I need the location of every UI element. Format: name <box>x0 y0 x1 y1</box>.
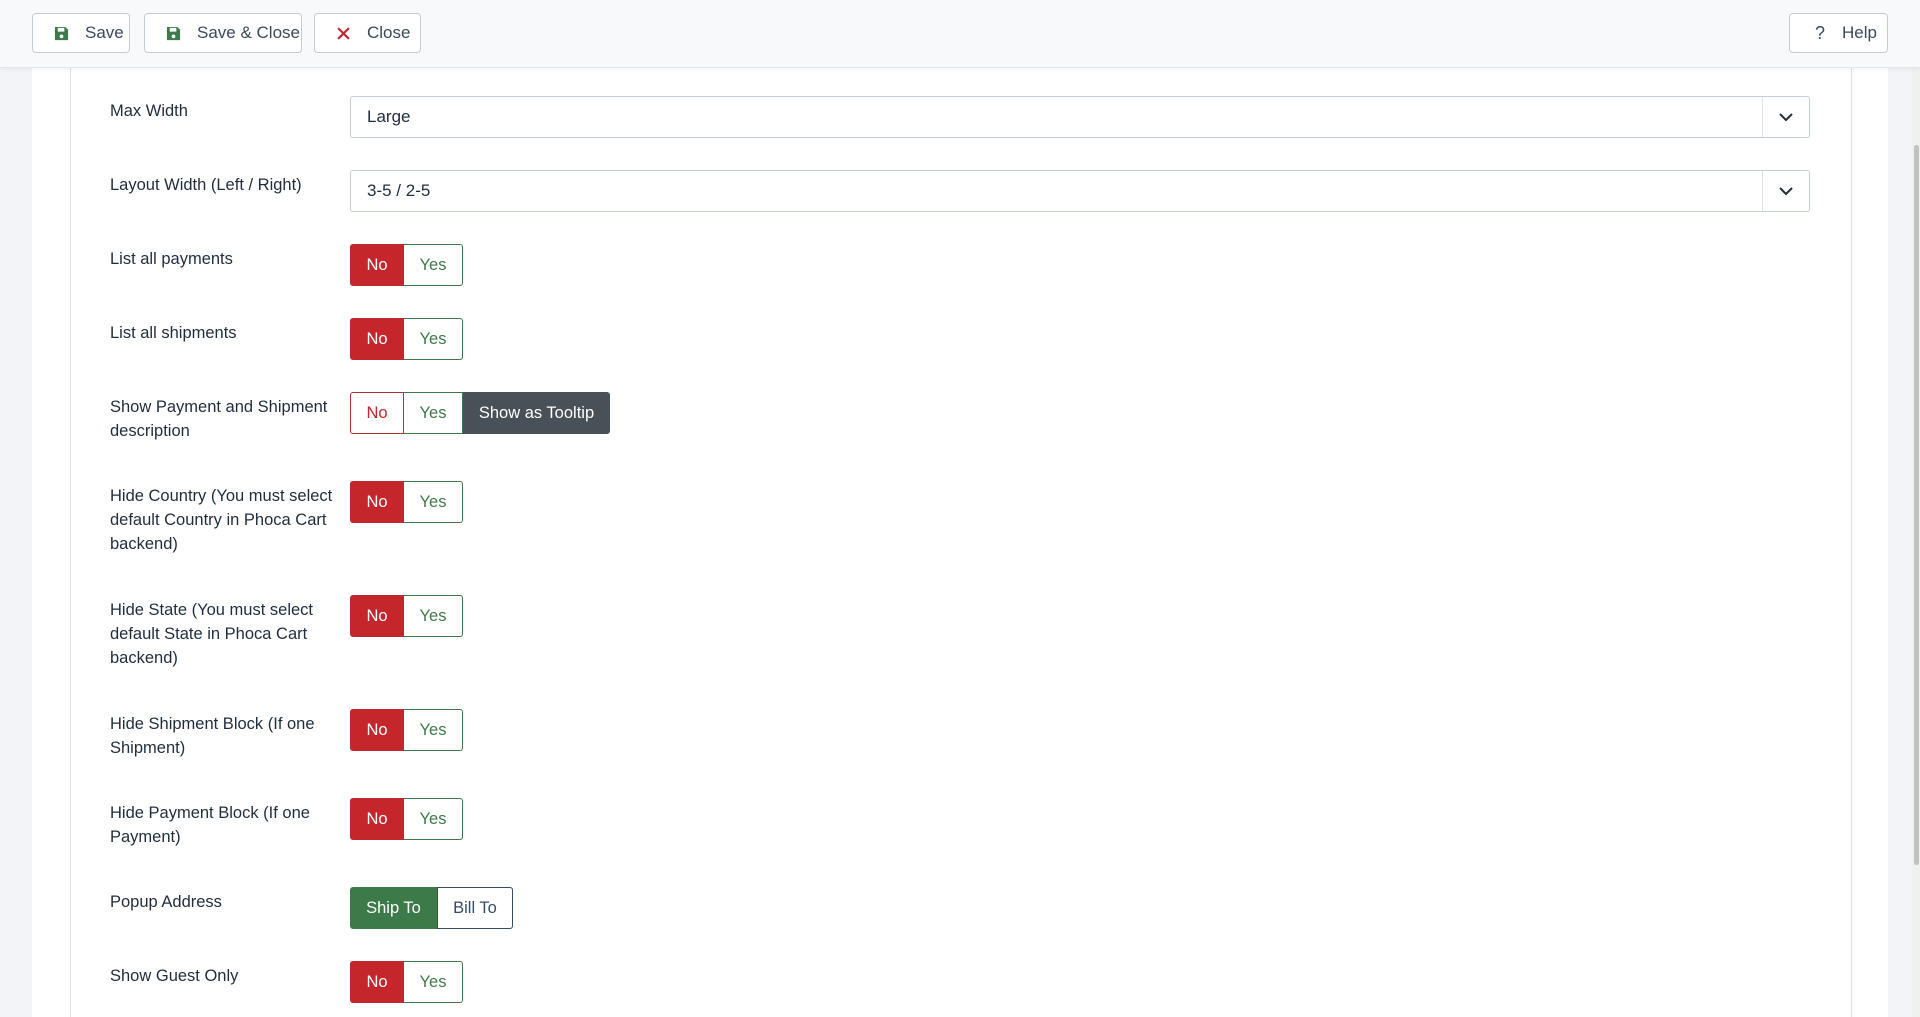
list-shipments-yes[interactable]: Yes <box>404 318 463 360</box>
list-shipments-label: List all shipments <box>110 324 237 342</box>
popup-address-ship-to[interactable]: Ship To <box>350 887 437 929</box>
floppy-disk-icon <box>163 23 183 43</box>
list-payments-switcher: No Yes <box>350 244 463 286</box>
show-description-switcher: No Yes Show as Tooltip <box>350 392 610 434</box>
chevron-down-icon <box>1762 97 1809 137</box>
save-label: Save <box>85 23 124 42</box>
hide-payment-block-yes[interactable]: Yes <box>404 798 463 840</box>
save-close-button[interactable]: Save & Close <box>144 13 302 53</box>
show-guest-only-no[interactable]: No <box>350 961 404 1003</box>
show-description-yes[interactable]: Yes <box>404 392 463 434</box>
help-button[interactable]: ? Help <box>1789 13 1888 53</box>
hide-state-label: Hide State (You must select default Stat… <box>110 601 313 667</box>
hide-shipment-block-no[interactable]: No <box>350 709 404 751</box>
layout-width-value: 3-5 / 2-5 <box>367 181 431 200</box>
hide-country-label: Hide Country (You must select default Co… <box>110 487 333 553</box>
max-width-value: Large <box>367 107 411 126</box>
max-width-label: Max Width <box>110 102 188 120</box>
list-payments-no[interactable]: No <box>350 244 404 286</box>
show-guest-only-label: Show Guest Only <box>110 967 239 985</box>
list-payments-label: List all payments <box>110 250 233 268</box>
hide-country-no[interactable]: No <box>350 481 404 523</box>
show-description-tooltip[interactable]: Show as Tooltip <box>463 392 610 434</box>
hide-payment-block-label: Hide Payment Block (If one Payment) <box>110 804 310 846</box>
hide-state-no[interactable]: No <box>350 595 404 637</box>
hide-shipment-block-label: Hide Shipment Block (If one Shipment) <box>110 715 315 757</box>
hide-payment-block-no[interactable]: No <box>350 798 404 840</box>
hide-shipment-block-switcher: No Yes <box>350 709 463 751</box>
close-button[interactable]: Close <box>314 13 421 53</box>
page-gutter-left <box>32 67 70 1017</box>
close-label: Close <box>367 23 411 42</box>
layout-width-select[interactable]: 3-5 / 2-5 <box>350 170 1810 212</box>
show-description-no[interactable]: No <box>350 392 404 434</box>
layout-width-label: Layout Width (Left / Right) <box>110 176 302 194</box>
show-guest-only-switcher: No Yes <box>350 961 463 1003</box>
hide-shipment-block-yes[interactable]: Yes <box>404 709 463 751</box>
hide-payment-block-switcher: No Yes <box>350 798 463 840</box>
x-icon <box>333 23 353 43</box>
toolbar: Save Save & Close Close ? Help <box>0 0 1920 68</box>
help-label: Help <box>1842 23 1877 42</box>
list-shipments-no[interactable]: No <box>350 318 404 360</box>
chevron-down-icon <box>1762 171 1809 211</box>
popup-address-switcher: Ship To Bill To <box>350 887 513 929</box>
list-shipments-switcher: No Yes <box>350 318 463 360</box>
hide-state-switcher: No Yes <box>350 595 463 637</box>
show-guest-only-yes[interactable]: Yes <box>404 961 463 1003</box>
floppy-disk-icon <box>51 23 71 43</box>
hide-state-yes[interactable]: Yes <box>404 595 463 637</box>
hide-country-yes[interactable]: Yes <box>404 481 463 523</box>
hide-country-switcher: No Yes <box>350 481 463 523</box>
show-description-label: Show Payment and Shipment description <box>110 398 328 440</box>
scrollbar-thumb[interactable] <box>1914 145 1919 865</box>
popup-address-label: Popup Address <box>110 893 222 911</box>
max-width-select[interactable]: Large <box>350 96 1810 138</box>
page-gutter-right <box>1850 67 1888 1017</box>
list-payments-yes[interactable]: Yes <box>404 244 463 286</box>
question-icon: ? <box>1814 22 1825 43</box>
save-close-label: Save & Close <box>197 23 300 42</box>
save-button[interactable]: Save <box>32 13 130 53</box>
popup-address-bill-to[interactable]: Bill To <box>437 887 513 929</box>
